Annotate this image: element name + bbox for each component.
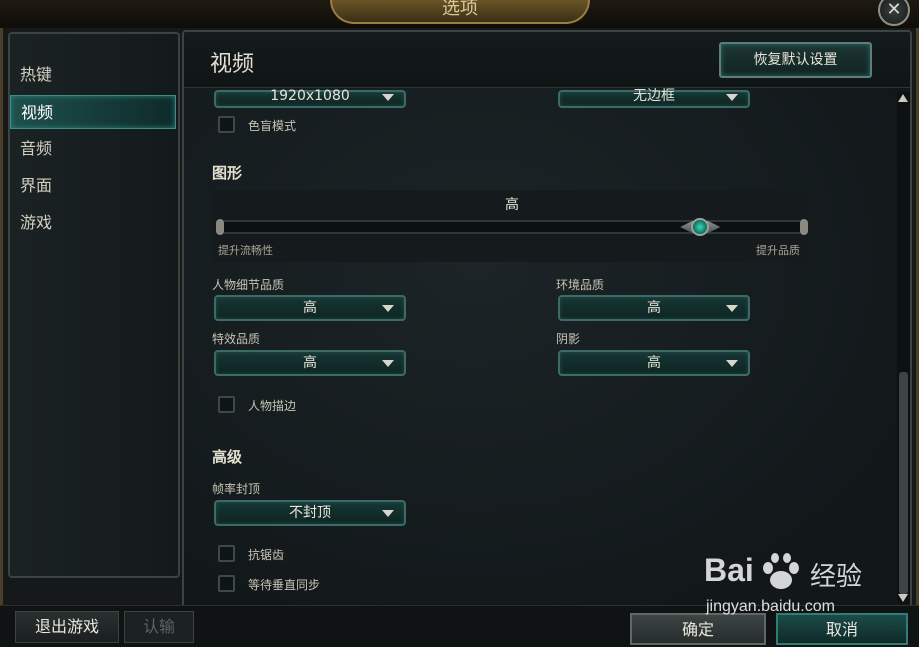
window-mode-value: 无边框 [633, 88, 675, 104]
chevron-down-icon [382, 510, 394, 517]
window-titlebar: 选项 [0, 0, 919, 30]
advanced-section-title: 高级 [212, 448, 243, 466]
framerate-cap-dropdown[interactable]: 不封顶 [214, 500, 406, 526]
antialiasing-checkbox[interactable] [218, 545, 235, 562]
character-quality-value: 高 [303, 300, 317, 316]
effects-quality-value: 高 [303, 355, 317, 371]
page-title: 视频 [210, 52, 255, 77]
slider-max-label: 提升品质 [756, 244, 800, 257]
chevron-down-icon [726, 360, 738, 367]
window-mode-dropdown[interactable]: 无边框 [558, 88, 750, 108]
environment-quality-label: 环境品质 [556, 278, 605, 292]
close-icon: ✕ [886, 0, 902, 20]
character-outline-checkbox[interactable] [218, 396, 235, 413]
quit-game-button[interactable]: 退出游戏 [15, 611, 119, 643]
window-title: 选项 [442, 0, 478, 19]
sidebar-item-audio[interactable]: 音频 [10, 132, 176, 166]
effects-quality-dropdown[interactable]: 高 [214, 350, 406, 376]
sidebar: 热键 视频 音频 界面 游戏 [8, 32, 180, 578]
slider-thumb[interactable] [678, 216, 722, 238]
chevron-down-icon [382, 94, 394, 101]
chevron-down-icon [726, 305, 738, 312]
vsync-label: 等待垂直同步 [248, 578, 321, 592]
framerate-cap-label: 帧率封顶 [212, 482, 261, 496]
chevron-down-icon [382, 305, 394, 312]
antialiasing-label: 抗锯齿 [248, 548, 285, 562]
vsync-checkbox[interactable] [218, 575, 235, 592]
environment-quality-value: 高 [647, 300, 661, 316]
graphics-quality-value: 高 [505, 197, 519, 213]
paw-icon [763, 553, 799, 589]
watermark-url: jingyan.baidu.com [706, 598, 835, 615]
effects-quality-label: 特效品质 [212, 332, 261, 346]
framerate-cap-value: 不封顶 [289, 505, 331, 521]
shadows-value: 高 [647, 355, 661, 371]
baidu-jingyan-watermark: Bai 经验 jingyan.baidu.com [700, 552, 910, 624]
sidebar-item-hotkeys[interactable]: 热键 [10, 58, 176, 92]
title-ornament: 选项 [330, 0, 590, 24]
scroll-up-icon[interactable] [898, 94, 908, 102]
surrender-button[interactable]: 认输 [124, 611, 194, 643]
shadows-dropdown[interactable]: 高 [558, 350, 750, 376]
character-quality-label: 人物细节品质 [212, 278, 285, 292]
character-quality-dropdown[interactable]: 高 [214, 295, 406, 321]
sidebar-item-game[interactable]: 游戏 [10, 206, 176, 240]
panel-header: 视频 恢复默认设置 [184, 32, 910, 88]
watermark-logo-text: Bai [704, 552, 754, 588]
restore-defaults-button[interactable]: 恢复默认设置 [719, 42, 872, 78]
graphics-section-title: 图形 [212, 164, 243, 182]
panel-scrollbar[interactable] [897, 92, 910, 604]
shadows-label: 阴影 [556, 332, 581, 346]
video-settings-panel: 视频 恢复默认设置 1920x1080 无边框 色盲模式 图形 高 提升流畅性 … [182, 30, 912, 608]
resolution-value: 1920x1080 [270, 88, 350, 104]
slider-min-label: 提升流畅性 [218, 244, 273, 257]
watermark-brand-text: 经验 [810, 562, 863, 592]
colorblind-mode-label: 色盲模式 [248, 119, 297, 133]
sidebar-item-video[interactable]: 视频 [10, 95, 176, 129]
track-cap-left [216, 219, 224, 235]
gem-icon [691, 218, 710, 236]
colorblind-mode-checkbox[interactable] [218, 116, 235, 133]
chevron-down-icon [382, 360, 394, 367]
environment-quality-dropdown[interactable]: 高 [558, 295, 750, 321]
track-cap-right [800, 219, 808, 235]
sidebar-item-interface[interactable]: 界面 [10, 169, 176, 203]
resolution-dropdown[interactable]: 1920x1080 [214, 88, 406, 108]
graphics-quality-slider: 高 提升流畅性 提升品质 [212, 190, 812, 262]
chevron-down-icon [726, 94, 738, 101]
character-outline-label: 人物描边 [248, 399, 297, 413]
